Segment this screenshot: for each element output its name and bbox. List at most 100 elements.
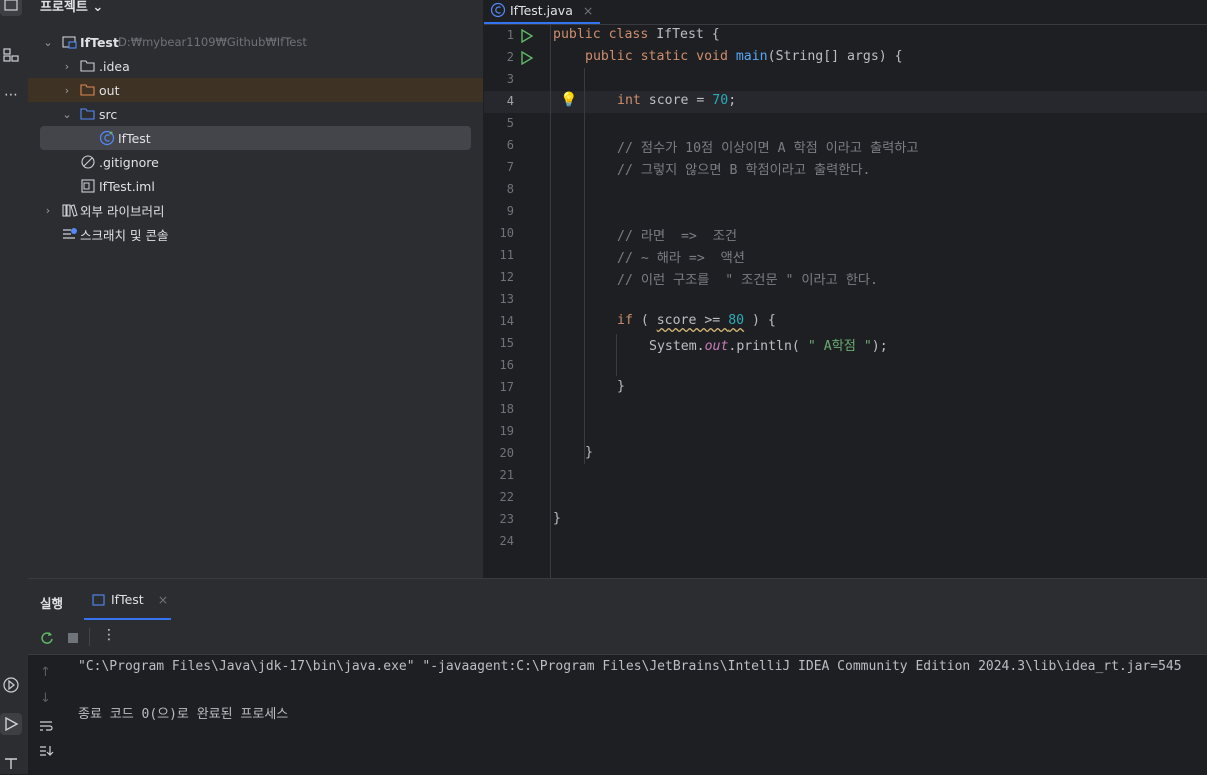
gutter-separator bbox=[550, 25, 551, 578]
project-tool-icon[interactable] bbox=[0, 0, 22, 16]
run-panel-title: 실행 bbox=[40, 596, 64, 611]
tree-item-idea[interactable]: › .idea bbox=[28, 54, 483, 78]
line-number[interactable]: 15 bbox=[484, 336, 514, 350]
tree-item-gitignore[interactable]: .gitignore bbox=[28, 150, 483, 174]
run-tool-icon[interactable] bbox=[0, 713, 22, 735]
tree-label: 스크래치 및 콘솔 bbox=[80, 227, 169, 243]
line-number-gutter[interactable]: 1 2 3 4 5 6 7 8 9 10 11 12 13 14 15 16 17 18 19 20 21 22 23 24 bbox=[484, 25, 550, 578]
code-line-14: if ( score >= 80 ) { bbox=[617, 313, 776, 328]
line-number[interactable]: 9 bbox=[484, 204, 514, 218]
services-icon[interactable] bbox=[0, 674, 22, 696]
tree-item-out[interactable]: › out bbox=[28, 78, 483, 102]
line-number[interactable]: 16 bbox=[484, 358, 514, 372]
string-literal: " A학점 " bbox=[807, 339, 872, 354]
scroll-to-end-icon[interactable] bbox=[38, 744, 54, 758]
line-number[interactable]: 8 bbox=[484, 182, 514, 196]
chevron-right-icon[interactable]: › bbox=[61, 60, 73, 73]
structure-icon[interactable] bbox=[0, 44, 22, 66]
line-number[interactable]: 17 bbox=[484, 380, 514, 394]
code-text: score = bbox=[648, 93, 713, 108]
terminal-icon[interactable] bbox=[0, 752, 22, 774]
scroll-down-icon[interactable]: ↓ bbox=[40, 691, 51, 706]
tree-item-scratches[interactable]: 스크래치 및 콘솔 bbox=[28, 222, 483, 246]
chevron-right-icon[interactable]: › bbox=[42, 204, 54, 217]
code-line-7: // 그렇지 않으면 B 학점이라고 출력한다. bbox=[617, 163, 871, 178]
line-number[interactable]: 20 bbox=[484, 446, 514, 460]
source-folder-icon bbox=[80, 108, 95, 120]
tree-item-project-root[interactable]: ⌄ IfTest D:₩mybear1109₩Github₩IfTest bbox=[28, 30, 483, 54]
chevron-down-icon[interactable]: ⌄ bbox=[42, 36, 54, 49]
line-number[interactable]: 3 bbox=[484, 72, 514, 86]
code-line-4: int score = 70; bbox=[617, 93, 736, 108]
keyword: int bbox=[617, 93, 649, 108]
line-number[interactable]: 22 bbox=[484, 490, 514, 504]
module-file-icon bbox=[81, 179, 95, 193]
line-number[interactable]: 18 bbox=[484, 402, 514, 416]
more-options-icon[interactable]: ⋮ bbox=[102, 627, 116, 643]
tree-item-src[interactable]: ⌄ src bbox=[28, 102, 483, 126]
line-number[interactable]: 4 bbox=[484, 94, 514, 108]
code-line-10: // 라면 => 조건 bbox=[617, 229, 737, 244]
activity-strip: ⋯ bbox=[0, 0, 29, 774]
code-text: .println( bbox=[728, 339, 808, 354]
method-name: main bbox=[735, 49, 768, 64]
line-number[interactable]: 23 bbox=[484, 512, 514, 526]
keyword: public static void bbox=[585, 49, 736, 64]
project-panel-title[interactable]: 프로젝트 ⌄ bbox=[40, 0, 103, 15]
code-line-6: // 점수가 10점 이상이면 A 학점 이라고 출력하고 bbox=[617, 141, 919, 156]
number-literal: 80 bbox=[728, 313, 745, 328]
line-number[interactable]: 6 bbox=[484, 138, 514, 152]
line-number[interactable]: 19 bbox=[484, 424, 514, 438]
ignored-file-icon bbox=[81, 155, 95, 169]
code-line-2: public static void main(String[] args) { bbox=[585, 49, 903, 64]
code-line-20: } bbox=[585, 445, 593, 460]
run-main-icon[interactable] bbox=[520, 51, 534, 65]
line-number[interactable]: 12 bbox=[484, 270, 514, 284]
editor-tab-iftest[interactable]: IfTest.java × bbox=[490, 0, 593, 24]
stop-icon[interactable] bbox=[67, 632, 79, 644]
tree-item-iml[interactable]: IfTest.iml bbox=[28, 174, 483, 198]
tree-label: IfTest bbox=[118, 130, 151, 146]
line-number[interactable]: 14 bbox=[484, 314, 514, 328]
scroll-up-icon[interactable]: ↑ bbox=[40, 665, 51, 680]
line-number[interactable]: 13 bbox=[484, 292, 514, 306]
rerun-icon[interactable] bbox=[40, 631, 54, 645]
run-tool-window: 실행 IfTest × ⋮ ↑ ↓ "C:\Program Files\Java… bbox=[28, 578, 1207, 775]
number-literal: 70 bbox=[712, 93, 729, 108]
code-text: ; bbox=[728, 93, 737, 108]
code-text: ) { bbox=[744, 313, 776, 328]
code-editor[interactable]: IfTest.java × 1 2 3 4 5 6 7 8 9 10 11 12 13 14 15 16 17 1… bbox=[484, 0, 1207, 578]
console-output-line: 종료 코드 0(으)로 완료된 프로세스 bbox=[78, 707, 289, 722]
code-line-17: } bbox=[617, 379, 625, 394]
line-number[interactable]: 1 bbox=[484, 28, 514, 42]
chevron-right-icon[interactable]: › bbox=[61, 84, 73, 97]
line-number[interactable]: 7 bbox=[484, 160, 514, 174]
more-tools-icon[interactable]: ⋯ bbox=[0, 84, 22, 106]
lightbulb-icon[interactable]: 💡 bbox=[560, 92, 577, 108]
line-number[interactable]: 2 bbox=[484, 50, 514, 64]
run-toolbar: ⋮ bbox=[28, 620, 1207, 655]
excluded-folder-icon bbox=[80, 84, 95, 96]
editor-tab-bar: IfTest.java × bbox=[484, 0, 1207, 25]
tree-item-iftest-class[interactable]: IfTest bbox=[40, 126, 471, 150]
tree-label: src bbox=[99, 106, 118, 122]
code-line-12: // 이런 구조를 " 조건문 " 이라고 한다. bbox=[617, 273, 878, 288]
code-text: IfTest { bbox=[656, 27, 720, 42]
chevron-down-icon[interactable]: ⌄ bbox=[61, 108, 73, 121]
tree-item-external-libraries[interactable]: › 외부 라이브러리 bbox=[28, 198, 483, 222]
run-tab-iftest[interactable]: IfTest × bbox=[92, 592, 168, 607]
line-number[interactable]: 24 bbox=[484, 534, 514, 548]
line-number[interactable]: 11 bbox=[484, 248, 514, 262]
code-text: (String[] args) { bbox=[767, 49, 903, 64]
project-panel: 프로젝트 ⌄ ⌄ IfTest D:₩mybear1109₩Github₩IfT… bbox=[28, 0, 483, 578]
line-number[interactable]: 10 bbox=[484, 226, 514, 240]
tree-label: .gitignore bbox=[99, 154, 159, 170]
line-number[interactable]: 5 bbox=[484, 116, 514, 130]
tree-label: 외부 라이브러리 bbox=[80, 203, 165, 219]
close-tab-icon[interactable]: × bbox=[583, 3, 593, 18]
soft-wrap-icon[interactable] bbox=[38, 719, 54, 733]
code-line-11: // ~ 해라 => 액션 bbox=[617, 251, 745, 266]
line-number[interactable]: 21 bbox=[484, 468, 514, 482]
close-tab-icon[interactable]: × bbox=[158, 592, 168, 607]
run-class-icon[interactable] bbox=[520, 29, 534, 43]
